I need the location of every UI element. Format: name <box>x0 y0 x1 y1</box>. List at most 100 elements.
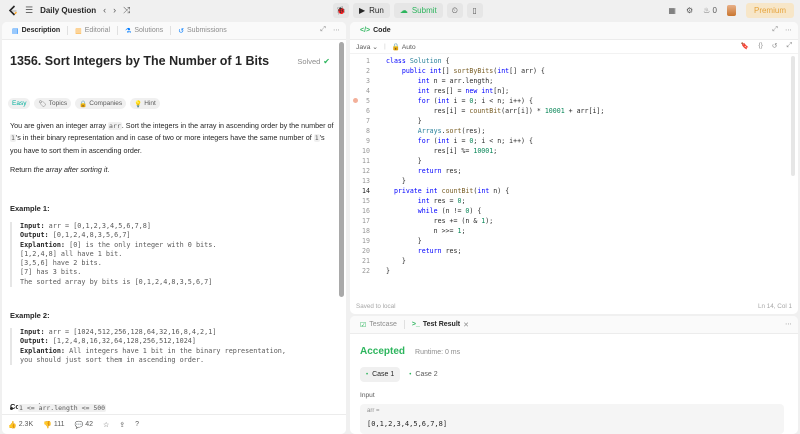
code-line[interactable]: 2 public int[] sortByBits(int[] arr) { <box>350 66 790 76</box>
prev-problem-icon[interactable]: ‹ <box>103 6 106 15</box>
tab-code[interactable]: </> Code <box>356 22 395 40</box>
share-icon[interactable]: ⇪ <box>119 421 125 429</box>
timer-icon[interactable]: ⏲ <box>446 3 463 18</box>
more-icon[interactable]: ⋯ <box>333 26 340 34</box>
code-line[interactable]: 7 } <box>350 116 790 126</box>
code-line[interactable]: 21 } <box>350 256 790 266</box>
more-icon[interactable]: ⋯ <box>785 26 792 34</box>
code-text: for (int i = 0; i < n; i++) { <box>417 137 533 145</box>
line-number: 4 <box>366 87 370 95</box>
description-scrollbar[interactable] <box>339 42 344 297</box>
settings-gear-icon[interactable]: ⚙ <box>686 6 693 15</box>
document-icon: ▤ <box>12 27 19 35</box>
code-line[interactable]: 10 res[i] %= 10001; <box>350 146 790 156</box>
code-line[interactable]: 11 } <box>350 156 790 166</box>
pass-dot-icon: • <box>366 371 369 378</box>
leetcode-logo-icon[interactable] <box>8 4 18 17</box>
hint-chip[interactable]: 💡 Hint <box>130 98 160 109</box>
format-braces-icon[interactable]: {} <box>758 42 763 50</box>
example-line: [3,5,6] have 2 bits. <box>20 259 102 268</box>
code-line[interactable]: 14 private int countBit(int n) { <box>350 186 790 196</box>
streak-fire-icon[interactable]: ♨ 0 <box>703 6 717 15</box>
submit-button[interactable]: ☁ Submit <box>393 3 443 18</box>
case-1-tab[interactable]: • Case 1 <box>360 367 401 382</box>
code-line[interactable]: 3 int n = arr.length; <box>350 76 790 86</box>
daily-question-link[interactable]: Daily Question <box>40 6 96 15</box>
layout-icon[interactable]: ▦ <box>668 6 676 15</box>
code-line[interactable]: 17 res += (n & 1); <box>350 216 790 226</box>
bullet-dot <box>10 406 13 410</box>
code-editor[interactable]: 1 class Solution {2 public int[] sortByBi… <box>350 56 798 296</box>
close-icon[interactable]: ✕ <box>463 321 469 329</box>
expand-icon[interactable]: ⤢ <box>772 26 778 34</box>
code-line[interactable]: 6 res[i] = countBit(arr[i]) * 10001 + ar… <box>350 106 790 116</box>
code-text: n >>= 1; <box>386 227 466 235</box>
code-line[interactable]: 18 n >>= 1; <box>350 226 790 236</box>
fullscreen-icon[interactable]: ⤢ <box>787 42 792 50</box>
language-select[interactable]: Java ⌄ <box>356 43 378 51</box>
code-line[interactable]: 19 } <box>350 236 790 246</box>
line-number: 16 <box>362 207 370 215</box>
cloud-upload-icon: ☁ <box>399 6 408 15</box>
line-number: 6 <box>366 107 370 115</box>
comments-button[interactable]: 💬 42 <box>74 421 93 429</box>
shuffle-icon[interactable]: ⤨ <box>123 6 130 15</box>
tab-description[interactable]: ▤ Description <box>8 22 64 40</box>
notes-icon[interactable]: ▯ <box>466 3 483 18</box>
companies-chip[interactable]: 🔒 Companies <box>75 98 127 109</box>
like-button[interactable]: 👍 2.3K <box>8 421 33 429</box>
next-problem-icon[interactable]: › <box>113 6 116 15</box>
code-brackets-icon: </> <box>360 27 371 34</box>
dislike-button[interactable]: 👎 111 <box>43 421 64 429</box>
code-line[interactable]: 12 return res; <box>350 166 790 176</box>
code-line[interactable]: 1 class Solution { <box>350 56 790 66</box>
line-number: 2 <box>366 67 370 75</box>
problem-list-icon[interactable]: ☰ <box>25 6 33 15</box>
code-line[interactable]: 5 for (int i = 0; i < n; i++) { <box>350 96 790 106</box>
avatar[interactable] <box>726 5 736 16</box>
code-line[interactable]: 22} <box>350 266 790 276</box>
bookmark-icon[interactable]: 🔖 <box>741 42 749 50</box>
tab-editorial[interactable]: ▥ Editorial <box>71 22 114 40</box>
case-2-tab[interactable]: • Case 2 <box>403 367 443 382</box>
tab-test-result[interactable]: >_ Test Result ✕ <box>408 316 473 334</box>
example-2-block: Input: arr = [1024,512,256,128,64,32,16,… <box>10 328 332 366</box>
runtime-text: Runtime: 0 ms <box>415 349 461 356</box>
line-number: 20 <box>362 247 370 255</box>
code-line[interactable]: 9 for (int i = 0; i < n; i++) { <box>350 136 790 146</box>
help-icon[interactable]: ? <box>135 421 139 428</box>
example-line: The sorted array by bits is [0,1,2,4,8,3… <box>20 277 213 286</box>
example-line: Input: arr = [1024,512,256,128,64,32,16,… <box>20 328 217 336</box>
code-text: while (n != 0) { <box>417 207 482 215</box>
line-number: 7 <box>366 117 370 125</box>
code-text: int res = 0; <box>417 197 466 205</box>
more-icon[interactable]: ⋯ <box>785 320 792 328</box>
run-button[interactable]: ▶ Run <box>353 3 390 18</box>
example-line: [7] has 3 bits. <box>20 268 82 277</box>
tab-divider <box>117 26 119 35</box>
code-text: int res[] = new int[n]; <box>417 87 510 95</box>
code-line[interactable]: 16 while (n != 0) { <box>350 206 790 216</box>
auto-mode-toggle[interactable]: 🔒 Auto <box>392 43 416 51</box>
reset-icon[interactable]: ↺ <box>772 42 778 50</box>
input-var-value: [0,1,2,3,4,5,6,7,8] <box>367 420 448 428</box>
code-line[interactable]: 8 Arrays.sort(res); <box>350 126 790 136</box>
topics-chip[interactable]: 🏷 Topics <box>34 98 72 109</box>
problem-title[interactable]: 1356. Sort Integers by The Number of 1 B… <box>10 54 269 68</box>
code-line[interactable]: 13 } <box>350 176 790 186</box>
tab-solutions[interactable]: ⚗ Solutions <box>121 22 167 40</box>
code-line[interactable]: 15 int res = 0; <box>350 196 790 206</box>
solved-badge: Solved ✔ <box>297 56 330 66</box>
test-tabbar: ☑ Testcase >_ Test Result ✕ ⋯ <box>350 316 798 334</box>
premium-button[interactable]: Premium <box>745 3 794 18</box>
favorite-star-icon[interactable]: ☆ <box>103 421 109 429</box>
example-1-title: Example 1: <box>10 204 50 213</box>
thumbs-down-icon: 👎 <box>43 421 52 429</box>
code-line[interactable]: 20 return res; <box>350 246 790 256</box>
code-line[interactable]: 4 int res[] = new int[n]; <box>350 86 790 96</box>
debug-icon[interactable]: 🐞 <box>333 3 349 18</box>
tab-submissions[interactable]: ↺ Submissions <box>174 22 231 40</box>
expand-icon[interactable]: ⤢ <box>320 26 326 34</box>
tab-testcase[interactable]: ☑ Testcase <box>356 316 401 334</box>
editor-scrollbar[interactable] <box>791 56 795 176</box>
